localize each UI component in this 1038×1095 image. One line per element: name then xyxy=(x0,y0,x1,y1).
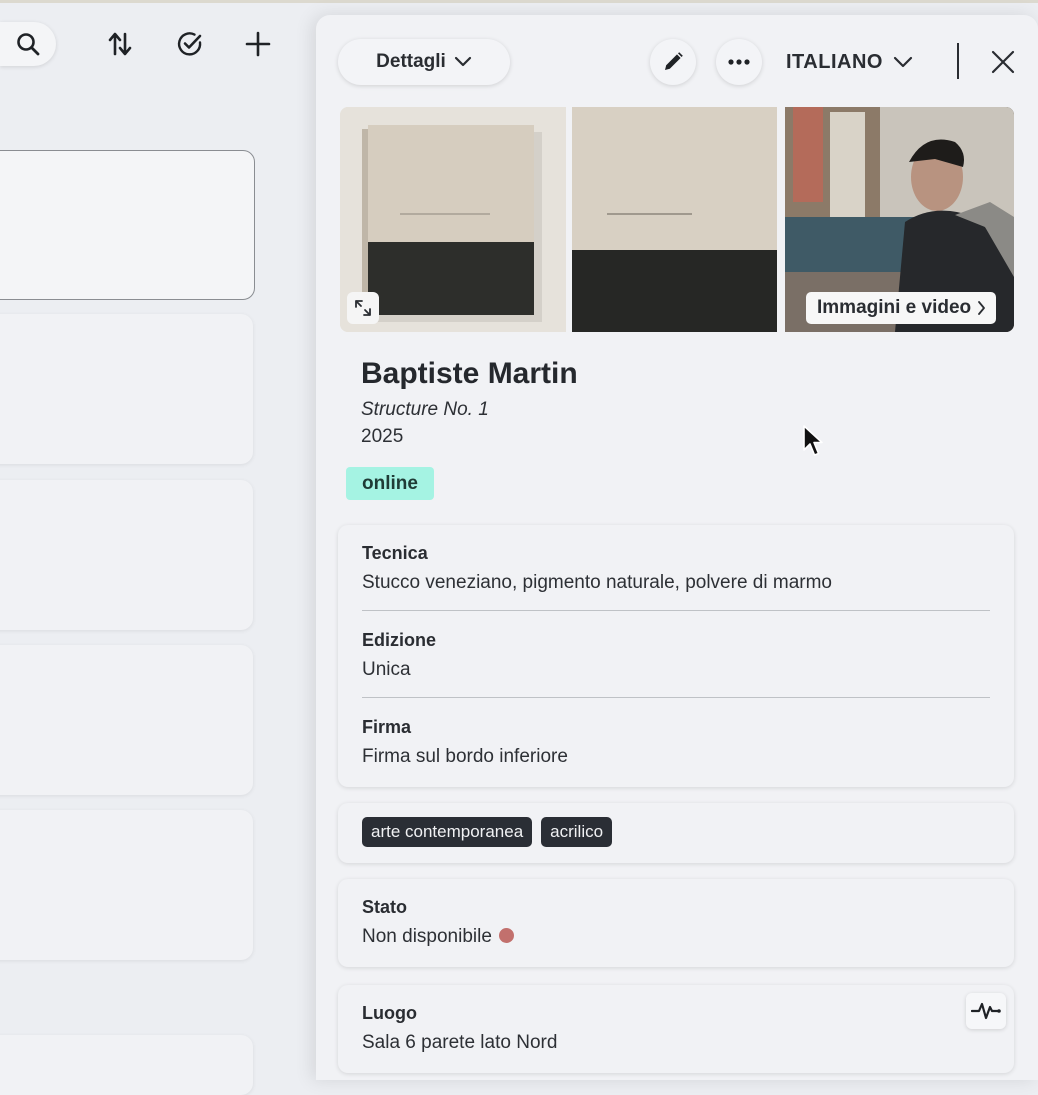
property-value: Stucco veneziano, pigmento naturale, pol… xyxy=(362,572,832,593)
property-label: Tecnica xyxy=(362,543,428,563)
property-value: Unica xyxy=(362,659,411,680)
property-signature: Firma Firma sul bordo inferiore xyxy=(362,717,990,768)
artwork-year: 2025 xyxy=(361,426,404,447)
property-state: Stato Non disponibile xyxy=(362,897,990,948)
close-button[interactable] xyxy=(986,45,1020,79)
list-item[interactable] xyxy=(0,645,253,795)
property-edition: Edizione Unica xyxy=(362,630,990,681)
chevron-right-icon xyxy=(978,301,986,315)
plus-icon xyxy=(245,31,271,57)
sort-arrows-icon xyxy=(108,32,132,56)
expand-image-button[interactable] xyxy=(347,292,379,324)
gallery-image[interactable] xyxy=(340,107,566,332)
list-item-selected[interactable] xyxy=(0,150,255,300)
view-select-button[interactable]: Dettagli xyxy=(338,39,510,85)
media-link-label: Immagini e video xyxy=(817,297,972,318)
artwork-title: Structure No. 1 xyxy=(361,399,489,420)
language-label: ITALIANO xyxy=(786,50,883,73)
view-select-label: Dettagli xyxy=(376,51,446,72)
gallery-image[interactable] xyxy=(572,107,777,332)
location-history-button[interactable] xyxy=(966,993,1006,1029)
chevron-down-icon xyxy=(454,56,471,67)
status-badge: online xyxy=(346,467,434,500)
divider xyxy=(362,610,990,611)
list-item[interactable] xyxy=(0,810,253,960)
more-dots-icon xyxy=(728,59,750,65)
pencil-icon xyxy=(665,52,683,70)
chevron-down-icon xyxy=(893,56,913,68)
divider xyxy=(362,697,990,698)
list-item[interactable] xyxy=(0,1035,253,1095)
expand-icon xyxy=(355,300,371,316)
tag-chip[interactable]: arte contemporanea xyxy=(362,817,533,847)
panel-header: Dettagli ITALIANO xyxy=(316,15,1038,105)
artwork-detail-photo xyxy=(572,107,777,332)
property-label: Stato xyxy=(362,897,407,917)
edit-button[interactable] xyxy=(650,39,696,85)
sort-button[interactable] xyxy=(98,22,142,66)
artist-name: Baptiste Martin xyxy=(361,357,578,390)
media-gallery: Immagini e video xyxy=(340,107,1014,332)
list-item[interactable] xyxy=(0,480,253,630)
window-top-border xyxy=(0,0,1038,3)
availability-dot xyxy=(498,928,514,943)
check-circle-icon xyxy=(177,32,202,56)
property-label: Luogo xyxy=(362,1003,417,1023)
search-icon xyxy=(17,33,40,56)
mouse-cursor-icon xyxy=(803,425,823,456)
property-location: Luogo Sala 6 parete lato Nord xyxy=(362,1003,990,1054)
property-label: Edizione xyxy=(362,630,437,650)
header-divider xyxy=(957,43,959,79)
language-select[interactable]: ITALIANO xyxy=(786,45,913,79)
list-item[interactable] xyxy=(0,314,253,464)
availability-card: Stato Non disponibile xyxy=(338,879,1014,967)
search-button[interactable] xyxy=(0,22,56,66)
property-value: Sala 6 parete lato Nord xyxy=(362,1032,558,1053)
details-panel: Dettagli ITALIANO Immagini e video Bapti… xyxy=(316,15,1038,1080)
select-mode-button[interactable] xyxy=(168,22,212,66)
more-options-button[interactable] xyxy=(716,39,762,85)
tags-card: arte contemporanea acrilico xyxy=(338,803,1014,863)
property-technique: Tecnica Stucco veneziano, pigmento natur… xyxy=(362,543,990,594)
media-link-button[interactable]: Immagini e video xyxy=(806,292,997,324)
location-card: Luogo Sala 6 parete lato Nord xyxy=(338,985,1014,1073)
add-button[interactable] xyxy=(236,22,280,66)
activity-pulse-icon xyxy=(971,1002,1001,1020)
properties-card: Tecnica Stucco veneziano, pigmento natur… xyxy=(338,525,1014,787)
tag-chip[interactable]: acrilico xyxy=(541,817,613,847)
list-toolbar xyxy=(0,22,300,70)
property-value: Non disponibile xyxy=(362,926,990,948)
availability-text: Non disponibile xyxy=(362,926,492,947)
close-icon xyxy=(991,50,1015,74)
property-value: Firma sul bordo inferiore xyxy=(362,746,568,767)
property-label: Firma xyxy=(362,717,412,737)
